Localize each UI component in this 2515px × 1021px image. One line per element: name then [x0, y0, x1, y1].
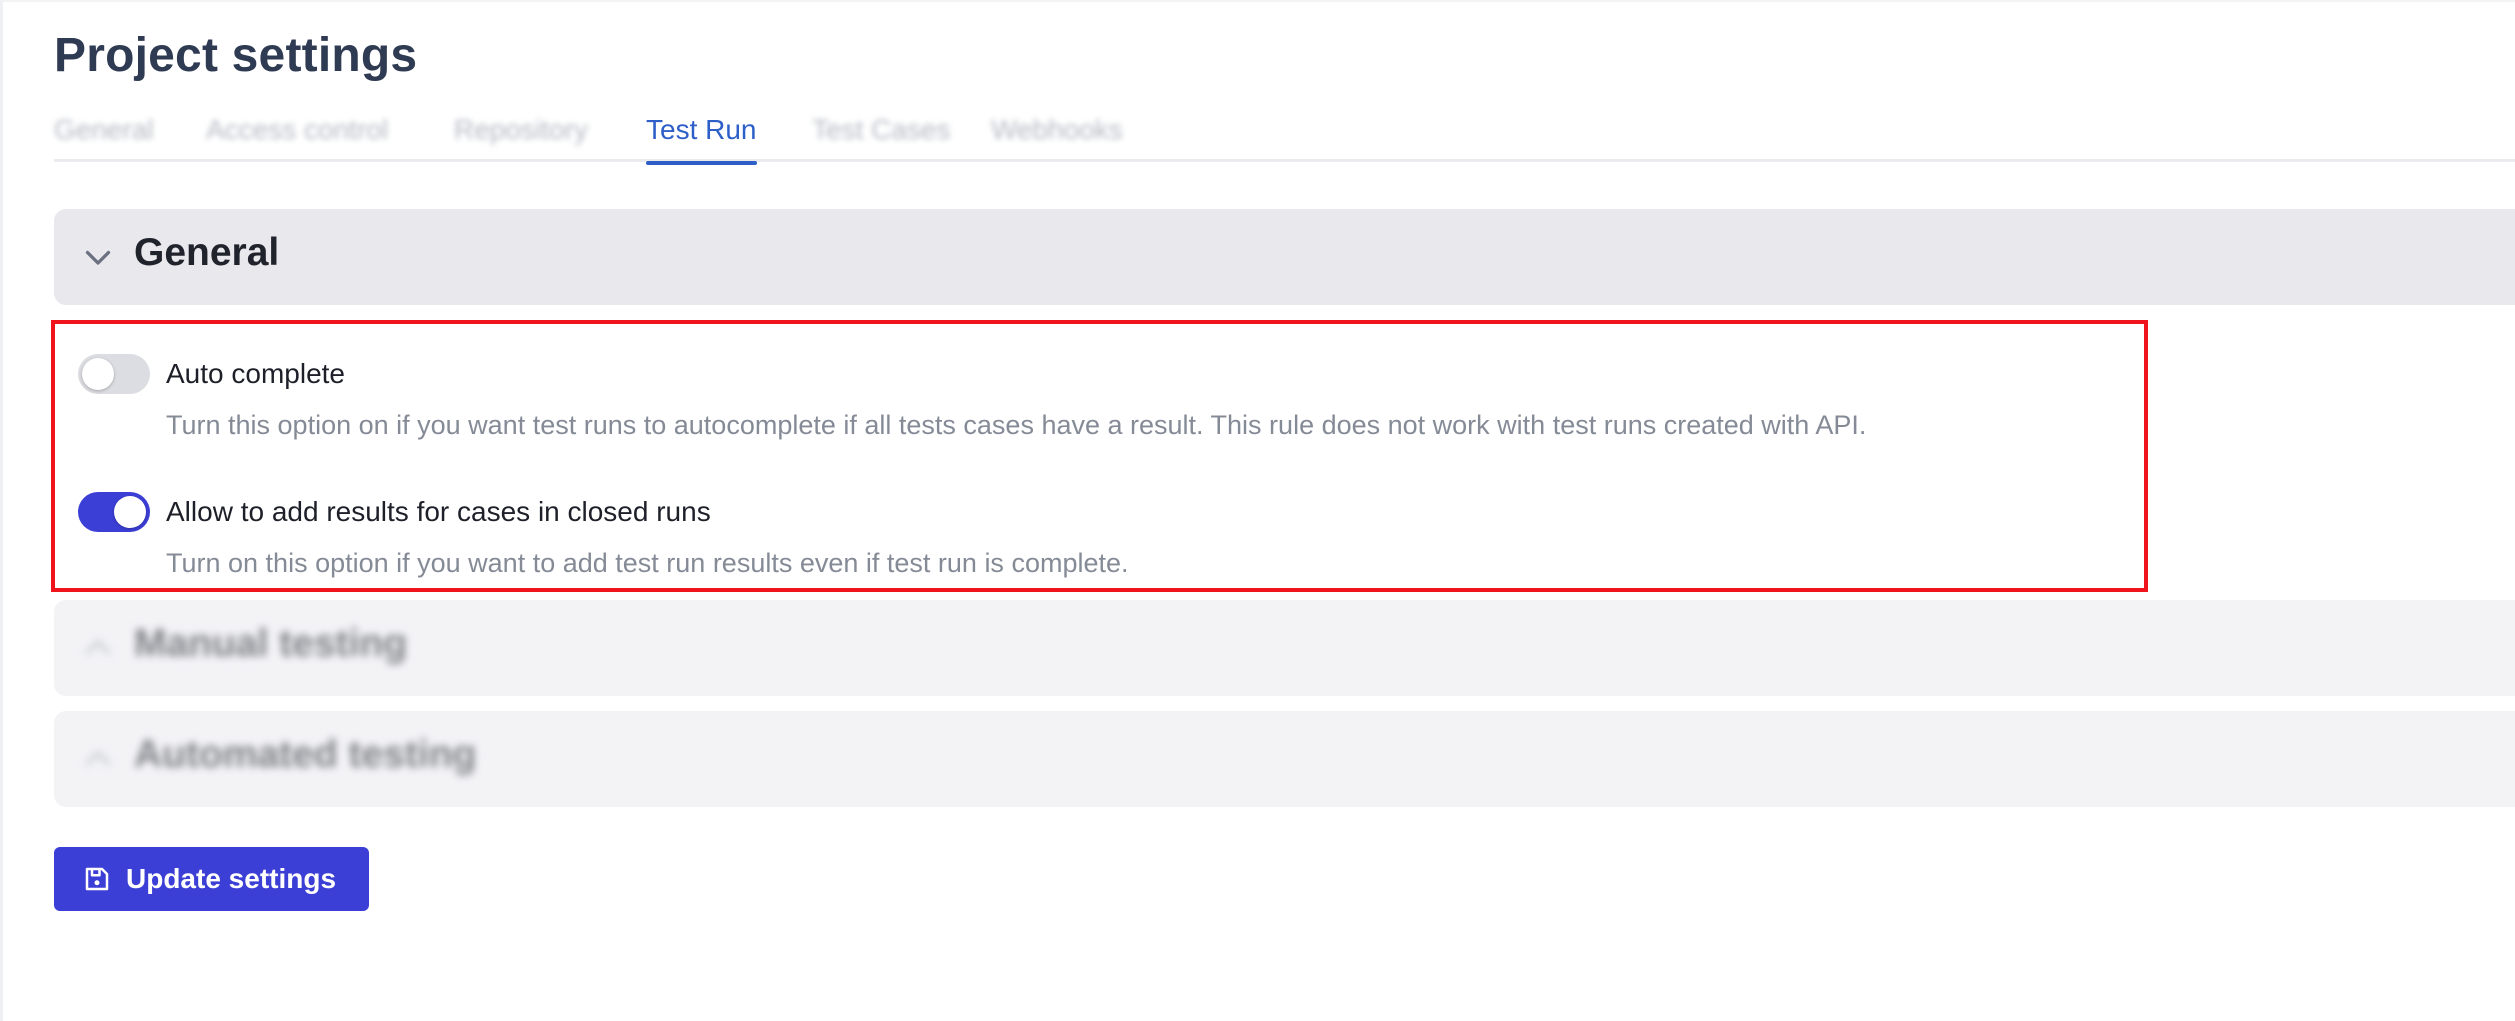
- closed-runs-description: Turn on this option if you want to add t…: [166, 548, 1129, 578]
- settings-tabs: General Access control Repository Test R…: [54, 110, 2515, 165]
- chevron-up-icon: [85, 751, 111, 766]
- page-title: Project settings: [54, 29, 418, 82]
- tab-access-control[interactable]: Access control: [206, 114, 388, 146]
- toggle-knob: [114, 496, 146, 528]
- tab-general[interactable]: General: [54, 114, 154, 146]
- section-automated-testing-header[interactable]: Automated testing: [54, 711, 2515, 807]
- project-settings-page: Project settings General Access control …: [0, 0, 2515, 1021]
- tab-webhooks[interactable]: Webhooks: [991, 114, 1123, 146]
- section-manual-testing-title: Manual testing: [134, 622, 408, 665]
- chevron-up-icon: [85, 640, 111, 655]
- closed-runs-toggle[interactable]: [78, 492, 150, 532]
- section-general-header[interactable]: General: [54, 209, 2515, 305]
- general-settings-panel: Auto complete Turn this option on if you…: [51, 320, 2148, 592]
- tab-test-run[interactable]: Test Run: [646, 114, 757, 165]
- tab-test-cases[interactable]: Test Cases: [812, 114, 951, 146]
- section-automated-testing-title: Automated testing: [134, 733, 477, 776]
- section-general-title: General: [134, 231, 280, 274]
- chevron-down-icon: [85, 250, 111, 265]
- auto-complete-label: Auto complete: [166, 358, 345, 389]
- update-settings-label: Update settings: [126, 863, 337, 894]
- section-manual-testing-header[interactable]: Manual testing: [54, 600, 2515, 696]
- tab-repository[interactable]: Repository: [454, 114, 588, 146]
- auto-complete-toggle[interactable]: [78, 354, 150, 394]
- toggle-knob: [82, 358, 114, 390]
- save-icon: [85, 867, 109, 891]
- closed-runs-label: Allow to add results for cases in closed…: [166, 496, 711, 527]
- update-settings-button[interactable]: Update settings: [54, 847, 369, 911]
- auto-complete-description: Turn this option on if you want test run…: [166, 410, 1867, 440]
